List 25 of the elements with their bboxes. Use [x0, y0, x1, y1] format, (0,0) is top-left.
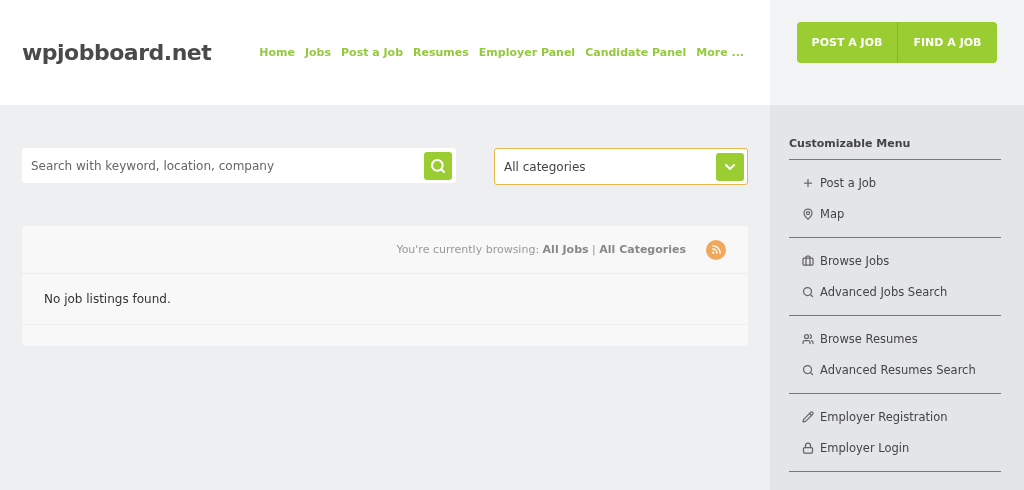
- search-field[interactable]: Search with keyword, location, company: [22, 148, 456, 183]
- pencil-icon: [802, 410, 814, 423]
- sidebar-item[interactable]: Employer Registration: [802, 401, 1001, 432]
- chevron-down-icon[interactable]: [716, 152, 744, 181]
- browsing-text: You're currently browsing: All Jobs | All Categories: [396, 243, 686, 256]
- search-icon: [802, 285, 814, 298]
- sidebar-title: Customizable Menu: [789, 137, 1001, 160]
- empty-message: No job listings found.: [22, 274, 748, 325]
- lock-icon: [802, 441, 814, 454]
- plus-icon: [802, 176, 814, 189]
- sidebar-item[interactable]: Advanced Jobs Search: [802, 276, 1001, 307]
- sidebar-item[interactable]: Browse Jobs: [802, 245, 1001, 276]
- sidebar-item[interactable]: Post a Job: [802, 167, 1001, 198]
- briefcase-icon: [802, 254, 814, 267]
- map-pin-icon: [802, 207, 814, 220]
- sidebar-item[interactable]: Advanced Resumes Search: [802, 354, 1001, 385]
- search-icon[interactable]: [424, 151, 452, 180]
- sidebar-item[interactable]: Employer Login: [802, 432, 1001, 463]
- site-logo[interactable]: wpjobboard.net: [22, 40, 212, 65]
- sidebar-item[interactable]: Browse Resumes: [802, 323, 1001, 354]
- category-select[interactable]: All categories: [494, 148, 748, 185]
- users-icon: [802, 332, 814, 345]
- search-icon: [802, 363, 814, 376]
- rss-icon[interactable]: [706, 239, 726, 260]
- sidebar-item[interactable]: Map: [802, 198, 1001, 229]
